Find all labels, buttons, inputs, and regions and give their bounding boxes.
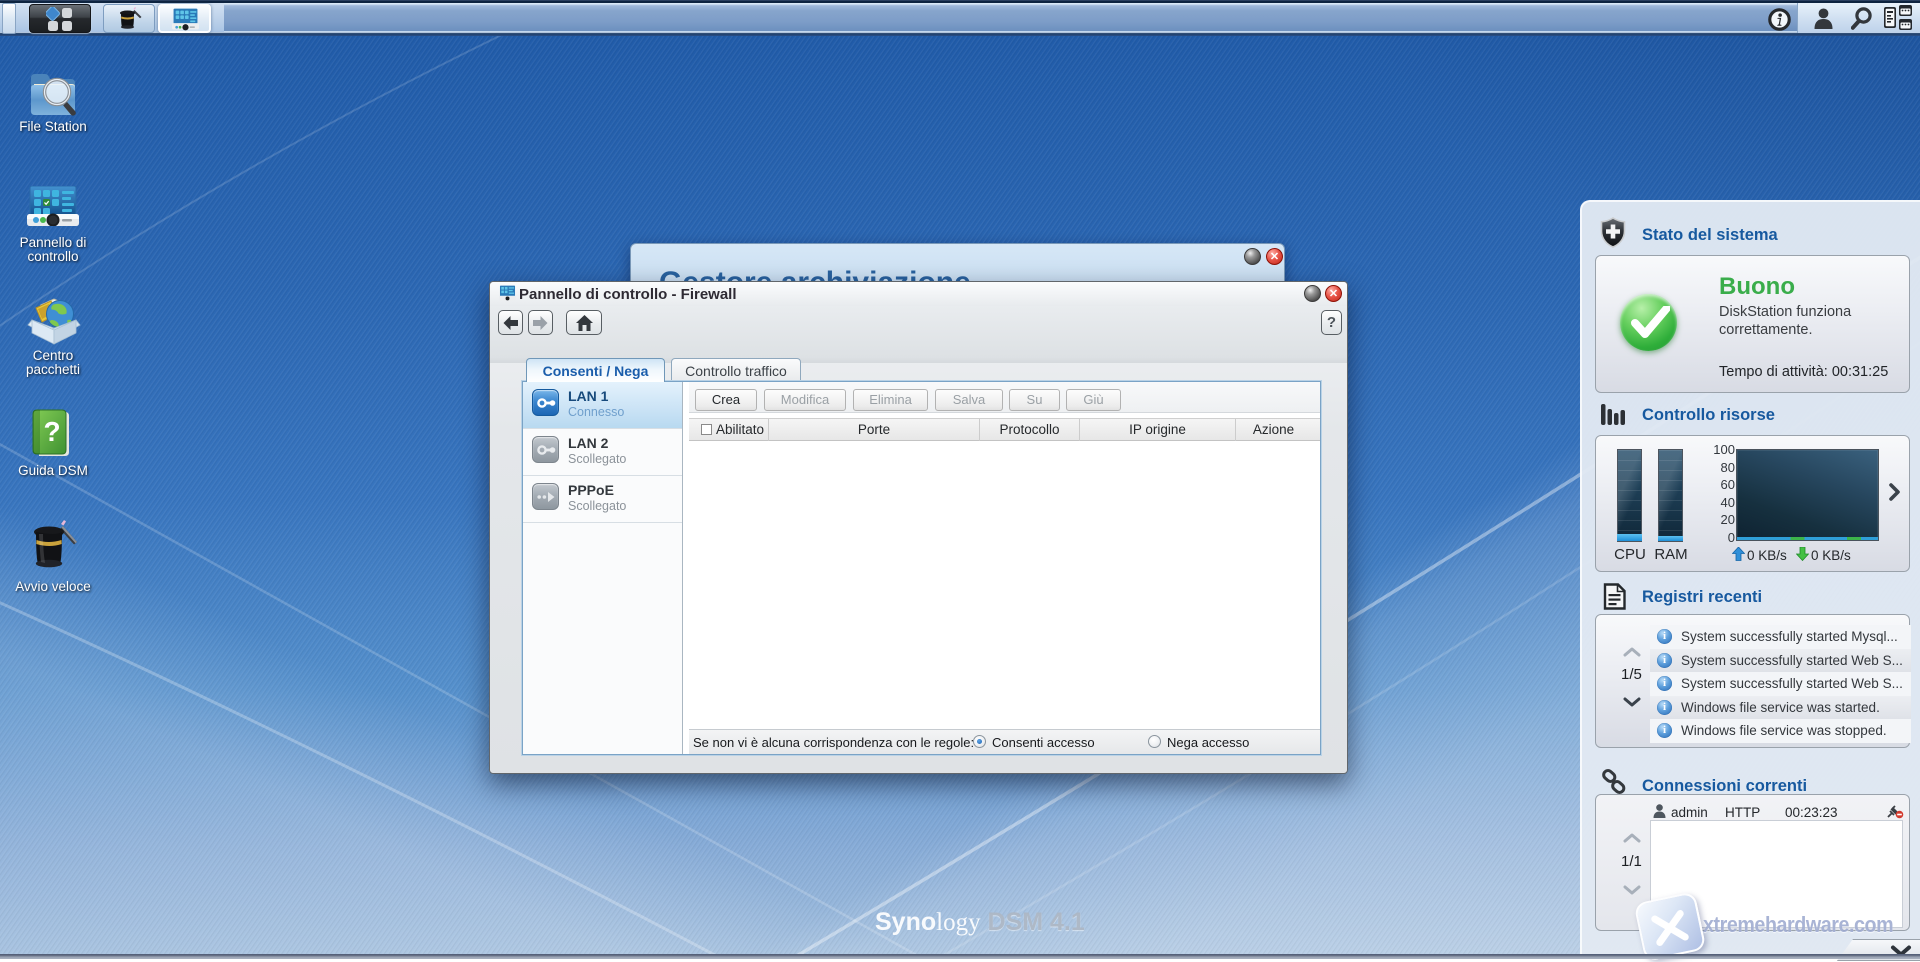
svg-text:?: ? — [43, 416, 60, 447]
